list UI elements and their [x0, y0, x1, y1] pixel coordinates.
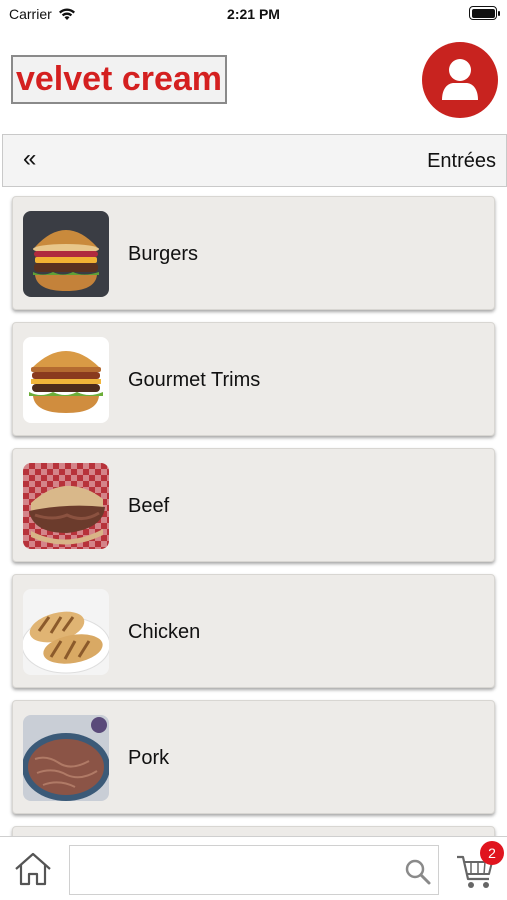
- list-item[interactable]: Gourmet Trims: [12, 322, 495, 436]
- brand-logo: velvet cream: [11, 55, 227, 104]
- list-item[interactable]: Chicken: [12, 574, 495, 688]
- search-box[interactable]: [69, 845, 439, 895]
- cart-count-badge: 2: [480, 841, 504, 865]
- beef-sandwich-photo: [23, 463, 109, 549]
- item-label: Beef: [128, 495, 170, 517]
- brand-logo-text: velvet cream: [15, 60, 223, 98]
- search-icon[interactable]: [404, 858, 432, 886]
- list-item[interactable]: Beef: [12, 448, 495, 562]
- list-item[interactable]: Pork: [12, 700, 495, 814]
- status-bar: Carrier 2:21 PM: [0, 0, 507, 30]
- list-item[interactable]: [12, 826, 495, 836]
- item-label: Gourmet Trims: [128, 369, 261, 391]
- home-icon: [15, 852, 51, 886]
- user-icon: [442, 59, 478, 100]
- battery-icon: [469, 6, 500, 20]
- app-header: velvet cream: [0, 30, 507, 134]
- profile-button[interactable]: [422, 42, 498, 118]
- bottom-bar: 2: [0, 836, 507, 900]
- item-label: Chicken: [128, 621, 201, 643]
- burger-photo: [23, 211, 109, 297]
- item-label: Burgers: [128, 243, 199, 265]
- gourmet-burger-photo: [23, 337, 109, 423]
- category-nav-bar: « Entrées: [2, 134, 507, 187]
- pulled-pork-photo: [23, 715, 109, 801]
- back-button[interactable]: «: [23, 147, 36, 171]
- item-label: Pork: [128, 747, 170, 769]
- list-item[interactable]: Burgers: [12, 196, 495, 310]
- page-title: Entrées: [427, 150, 496, 172]
- search-input[interactable]: [78, 854, 398, 886]
- home-button[interactable]: [13, 851, 53, 887]
- status-time: 2:21 PM: [227, 6, 280, 22]
- category-list: Burgers Gourmet Trims Beef Chicken Pork: [0, 188, 507, 836]
- grilled-chicken-photo: [23, 589, 109, 675]
